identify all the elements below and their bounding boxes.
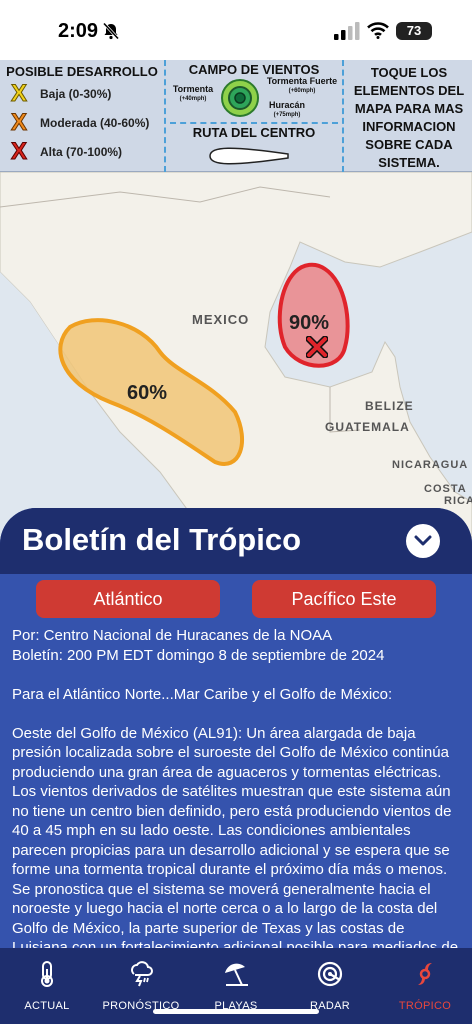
- bulletin-text[interactable]: Por: Centro Nacional de Huracanes de la …: [0, 626, 472, 948]
- chevron-down-icon: [414, 535, 432, 546]
- tropical-map[interactable]: MEXICO BELIZE GUATEMALA NICARAGUA COSTA …: [0, 172, 472, 552]
- radar-icon: [317, 961, 343, 987]
- legend-low: X Baja (0-30%): [6, 79, 158, 108]
- nav-tropics[interactable]: TRÓPICO: [378, 948, 472, 1024]
- basin-tabs: Atlántico Pacífico Este: [0, 574, 472, 626]
- route-title: RUTA DEL CENTRO: [192, 125, 316, 140]
- home-indicator[interactable]: [153, 1009, 319, 1014]
- battery-indicator: 73: [396, 22, 432, 40]
- legend-divider: [170, 122, 338, 124]
- high-x-icon: X: [10, 137, 27, 165]
- forecast-storm-icon: [131, 961, 153, 987]
- beach-umbrella-icon: [225, 963, 248, 986]
- legend-high-label: Alta (70-100%): [40, 144, 123, 159]
- legend-high: X Alta (70-100%): [6, 137, 158, 166]
- legend-low-label: Baja (0-30%): [40, 86, 112, 101]
- nav-tropics-label: TRÓPICO: [398, 1000, 452, 1012]
- low-x-icon: X: [10, 79, 27, 107]
- legend-moderate-label: Moderada (40-60%): [40, 115, 150, 130]
- map-label-nicaragua: NICARAGUA: [392, 459, 469, 471]
- status-time: 2:09: [58, 20, 99, 42]
- bulletin-issued: Boletín: 200 PM EDT domingo 8 de septiem…: [12, 646, 385, 664]
- silent-bell-icon: [102, 22, 120, 40]
- tab-east-pacific[interactable]: Pacífico Este: [252, 580, 436, 618]
- high-system-percent: 90%: [289, 312, 330, 334]
- nav-actual[interactable]: ACTUAL: [0, 948, 94, 1024]
- legend-moderate: X Moderada (40-60%): [6, 108, 158, 137]
- bulletin-header: Boletín del Trópico: [0, 508, 472, 574]
- moderate-system-percent[interactable]: 60%: [127, 382, 167, 405]
- bulletin-region: Para el Atlántico Norte...Mar Caribe y e…: [12, 685, 393, 703]
- route-cone-icon: [209, 147, 289, 165]
- map-label-rica: RICA: [444, 495, 472, 507]
- bulletin-panel: Boletín del Trópico Atlántico Pacífico E…: [0, 508, 472, 948]
- storm-label: Tormenta (+40mph): [172, 84, 214, 102]
- development-title: POSIBLE DESARROLLO: [6, 64, 158, 79]
- map-label-costa: COSTA: [424, 483, 467, 495]
- nav-actual-label: ACTUAL: [24, 1000, 70, 1012]
- bulletin-byline: Por: Centro Nacional de Huracanes de la …: [12, 627, 333, 644]
- collapse-button[interactable]: [406, 524, 440, 558]
- bulletin-title: Boletín del Trópico: [22, 522, 302, 557]
- map-label-guatemala: GUATEMALA: [325, 420, 410, 434]
- bulletin-body: Oeste del Golfo de México (AL91): Un áre…: [12, 724, 459, 949]
- touch-note: TOQUE LOS ELEMENTOS DEL MAPA PARA MAS IN…: [353, 65, 465, 170]
- development-legend: POSIBLE DESARROLLO X Baja (0-30%) X Mode…: [0, 60, 162, 172]
- wind-field-title: CAMPO DE VIENTOS: [188, 62, 320, 77]
- high-x-marker-icon: [306, 336, 328, 358]
- map-label-belize: BELIZE: [365, 399, 414, 413]
- moderate-x-icon: X: [10, 108, 27, 136]
- map-legend: POSIBLE DESARROLLO X Baja (0-30%) X Mode…: [0, 60, 472, 172]
- map-canvas: [0, 172, 472, 552]
- strong-storm-label: Tormenta Fuerte (+60mph): [266, 76, 338, 94]
- cell-signal-icon: [334, 22, 360, 40]
- high-system-marker[interactable]: 90%: [286, 310, 346, 360]
- wind-field-legend: CAMPO DE VIENTOS Tormenta (+40mph) Torme…: [164, 60, 344, 172]
- tab-atlantic[interactable]: Atlántico: [36, 580, 220, 618]
- wind-rings-icon: [221, 79, 259, 117]
- thermometer-icon: [41, 961, 53, 987]
- hurricane-label: Huracán (+75mph): [268, 100, 305, 118]
- map-label-mexico: MEXICO: [192, 312, 250, 327]
- wifi-icon: [367, 22, 389, 39]
- hurricane-icon: [418, 963, 432, 985]
- status-bar: 2:09 73: [0, 0, 472, 60]
